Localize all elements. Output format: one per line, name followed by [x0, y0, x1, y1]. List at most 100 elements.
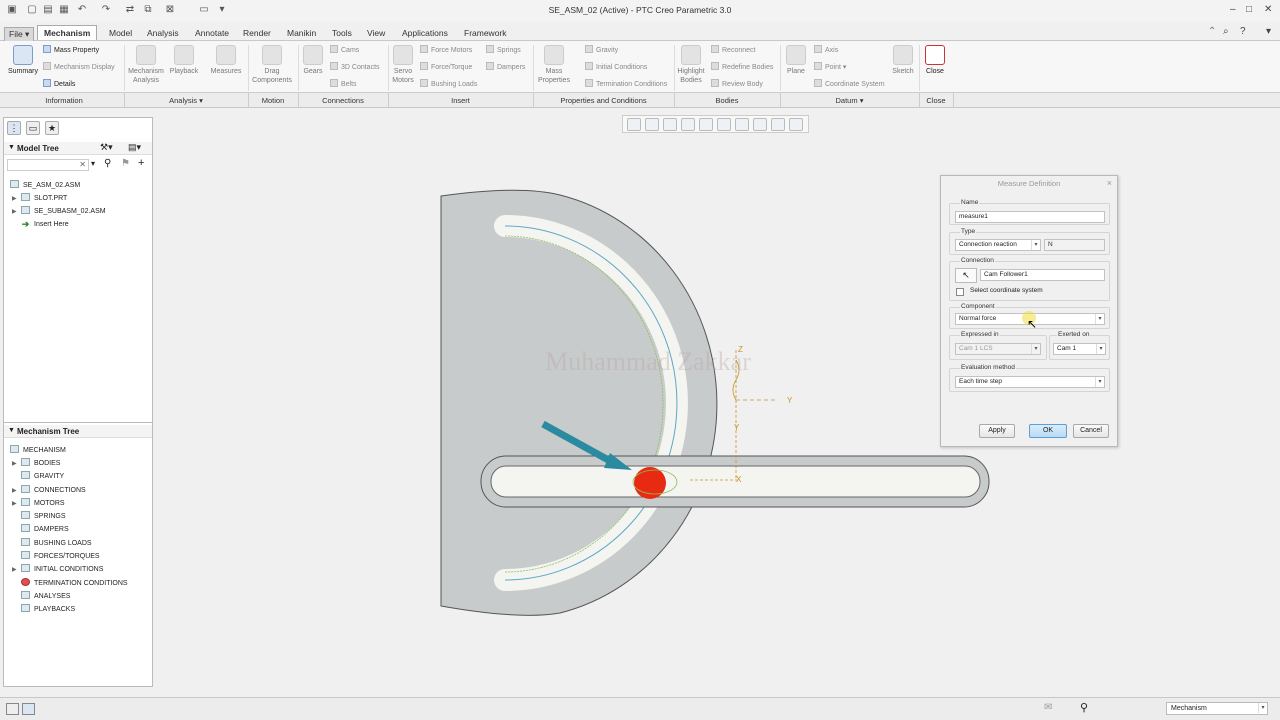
- cams-button[interactable]: Cams: [330, 45, 359, 56]
- type-select[interactable]: Connection reaction ▾: [955, 239, 1041, 251]
- tab-analysis[interactable]: Analysis: [143, 27, 183, 39]
- search-dropdown-icon[interactable]: ▾: [91, 159, 95, 168]
- tab-applications[interactable]: Applications: [398, 27, 452, 39]
- name-input[interactable]: measure1: [955, 211, 1105, 223]
- tab-view[interactable]: View: [363, 27, 389, 39]
- perspective-view-icon[interactable]: [753, 118, 767, 131]
- mech-item-gravity[interactable]: GRAVITY: [12, 471, 64, 482]
- mass-properties-button[interactable]: Mass Properties: [536, 45, 572, 85]
- apply-button[interactable]: Apply: [979, 424, 1015, 438]
- tree-item-se-asm-02[interactable]: SE_ASM_02.ASM: [10, 180, 80, 191]
- expand-icon[interactable]: ▶: [12, 459, 21, 470]
- details-button[interactable]: Details: [43, 79, 75, 90]
- model-tree-tab-icon[interactable]: ⋮: [7, 121, 21, 135]
- playback-button[interactable]: Playback: [168, 45, 200, 76]
- select-arrow-button[interactable]: ↖: [955, 268, 977, 283]
- group-datum-label[interactable]: Datum ▾: [780, 96, 919, 105]
- tab-tools[interactable]: Tools: [328, 27, 356, 39]
- mech-item-initial-conditions[interactable]: ▶ INITIAL CONDITIONS: [12, 564, 103, 575]
- mech-item-motors[interactable]: ▶ MOTORS: [12, 498, 65, 509]
- select-cs-checkbox[interactable]: [956, 288, 964, 296]
- mech-item-forces-torques[interactable]: FORCES/TORQUES: [12, 551, 100, 562]
- gears-button[interactable]: Gears: [300, 45, 326, 76]
- tab-manikin[interactable]: Manikin: [283, 27, 320, 39]
- 3d-contacts-button[interactable]: 3D Contacts: [330, 62, 380, 73]
- mech-item-dampers[interactable]: DAMPERS: [12, 524, 69, 535]
- expand-icon[interactable]: ▶: [12, 565, 21, 576]
- mech-item-analyses[interactable]: ANALYSES: [12, 591, 70, 602]
- mech-item-playbacks[interactable]: PLAYBACKS: [12, 604, 75, 615]
- summary-button[interactable]: Summary: [6, 45, 40, 76]
- bushing-loads-button[interactable]: Bushing Loads: [420, 79, 477, 90]
- tab-mechanism[interactable]: Mechanism: [37, 25, 98, 40]
- measures-button[interactable]: Measures: [207, 45, 245, 76]
- dialog-title[interactable]: Measure Definition: [941, 176, 1117, 191]
- maximize-button[interactable]: □: [1246, 4, 1252, 15]
- dialog-close-icon[interactable]: ×: [1107, 178, 1112, 188]
- show-navigator-icon[interactable]: [6, 703, 19, 715]
- ok-button[interactable]: OK: [1029, 424, 1067, 438]
- filter-icon[interactable]: ⚑: [121, 158, 130, 169]
- mech-item-springs[interactable]: SPRINGS: [12, 511, 66, 522]
- drag-components-button[interactable]: Drag Components: [250, 45, 294, 85]
- message-icon[interactable]: ✉: [1044, 702, 1052, 713]
- saved-orientations-icon[interactable]: [717, 118, 731, 131]
- termination-conditions-button[interactable]: Termination Conditions: [585, 79, 667, 90]
- refit-icon[interactable]: [627, 118, 641, 131]
- clear-search-icon[interactable]: ✕: [79, 160, 86, 169]
- zoom-out-icon[interactable]: [663, 118, 677, 131]
- axis-button[interactable]: Axis: [814, 45, 838, 56]
- zoom-in-icon[interactable]: [645, 118, 659, 131]
- evaluation-method-select[interactable]: Each time step ▾: [955, 376, 1105, 388]
- highlight-bodies-button[interactable]: Highlight Bodies: [676, 45, 706, 85]
- datum-display-filters-icon[interactable]: [771, 118, 785, 131]
- group-information-label[interactable]: Information: [4, 96, 124, 105]
- mass-property-button[interactable]: Mass Property: [43, 45, 99, 56]
- tab-framework[interactable]: Framework: [460, 27, 511, 39]
- tree-item-se-subasm-02[interactable]: ▶ SE_SUBASM_02.ASM: [12, 206, 106, 217]
- tab-model[interactable]: Model: [105, 27, 136, 39]
- mech-item-connections[interactable]: ▶ CONNECTIONS: [12, 485, 86, 496]
- repaint-icon[interactable]: [681, 118, 695, 131]
- servo-motors-button[interactable]: Servo Motors: [390, 45, 416, 85]
- find-icon[interactable]: ⚲: [1080, 701, 1088, 714]
- expand-icon[interactable]: ▶: [12, 194, 21, 205]
- group-analysis-label[interactable]: Analysis ▾: [124, 96, 248, 105]
- mech-item-bushing-loads[interactable]: BUSHING LOADS: [12, 538, 92, 549]
- mech-item-termination-conditions[interactable]: TERMINATION CONDITIONS: [12, 578, 128, 589]
- tab-render[interactable]: Render: [239, 27, 275, 39]
- force-torque-button[interactable]: Force/Torque: [420, 62, 472, 73]
- mechanism-display-button[interactable]: Mechanism Display: [43, 62, 115, 73]
- close-mechanism-button[interactable]: Close: [922, 45, 948, 76]
- initial-conditions-button[interactable]: Initial Conditions: [585, 62, 647, 73]
- point-button[interactable]: Point ▾: [814, 62, 846, 73]
- expand-icon[interactable]: ▶: [12, 207, 21, 218]
- tree-item-slot-prt[interactable]: ▶ SLOT.PRT: [12, 193, 67, 204]
- show-browser-icon[interactable]: [22, 703, 35, 715]
- plane-button[interactable]: Plane: [784, 45, 808, 76]
- view-manager-icon[interactable]: [735, 118, 749, 131]
- expand-icon[interactable]: ▶: [12, 499, 21, 510]
- mech-item-mechanism[interactable]: MECHANISM: [10, 445, 66, 456]
- add-column-icon[interactable]: +: [138, 157, 144, 169]
- annotation-display-icon[interactable]: [789, 118, 803, 131]
- force-motors-button[interactable]: Force Motors: [420, 45, 472, 56]
- tree-settings-icon[interactable]: ⚒▾: [100, 142, 113, 153]
- coordinate-system-button[interactable]: Coordinate System: [814, 79, 885, 90]
- dampers-button[interactable]: Dampers: [486, 62, 525, 73]
- find-binoculars-icon[interactable]: ⚲: [104, 158, 111, 169]
- folder-browser-tab-icon[interactable]: ▭: [26, 121, 40, 135]
- tab-file[interactable]: File ▾: [4, 27, 35, 42]
- gravity-button[interactable]: Gravity: [585, 45, 618, 56]
- connection-input[interactable]: Cam Follower1: [980, 269, 1105, 281]
- cancel-button[interactable]: Cancel: [1073, 424, 1109, 438]
- tree-search-input[interactable]: ✕: [7, 159, 89, 171]
- review-body-button[interactable]: Review Body: [711, 79, 763, 90]
- display-style-icon[interactable]: [699, 118, 713, 131]
- redefine-bodies-button[interactable]: Redefine Bodies: [711, 62, 773, 73]
- close-app-button[interactable]: ✕: [1264, 4, 1272, 15]
- minimize-button[interactable]: –: [1230, 4, 1236, 15]
- favorites-tab-icon[interactable]: ★: [45, 121, 59, 135]
- belts-button[interactable]: Belts: [330, 79, 357, 90]
- selection-filter-select[interactable]: Mechanism ▾: [1166, 702, 1268, 715]
